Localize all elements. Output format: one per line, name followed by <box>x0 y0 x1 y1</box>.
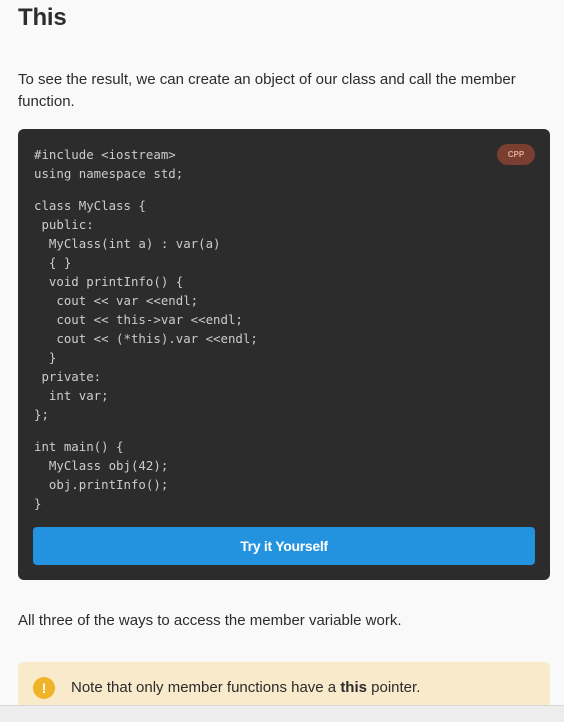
code-line: int var; <box>34 388 109 403</box>
code-line: private: <box>34 369 102 384</box>
note-text: Note that only member functions have a t… <box>71 677 420 699</box>
intro-paragraph: To see the result, we can create an obje… <box>18 71 516 110</box>
code-block: CPP #include <iostream> using namespace s… <box>18 129 550 580</box>
language-badge: CPP <box>497 144 535 165</box>
code-line: MyClass(int a) : var(a) <box>34 236 221 251</box>
exclamation-icon: ! <box>33 677 55 699</box>
code-line: using namespace std; <box>34 166 184 181</box>
code-line: class MyClass { <box>34 198 146 213</box>
note-text-bold: this <box>340 679 367 696</box>
outro-paragraph: All three of the ways to access the memb… <box>18 612 402 629</box>
bottom-bar <box>0 705 564 722</box>
code-line: { } <box>34 255 72 270</box>
note-text-before: Note that only member functions have a <box>71 679 341 696</box>
code-line: obj.printInfo(); <box>34 477 169 492</box>
note-text-after: pointer. <box>366 679 421 696</box>
code-line: cout << this->var <<endl; <box>34 312 243 327</box>
code-line: public: <box>34 217 94 232</box>
code-line: }; <box>34 407 49 422</box>
lesson-page: This To see the result, we can create an… <box>0 0 564 722</box>
code-line: void printInfo() { <box>34 274 184 289</box>
code-line: MyClass obj(42); <box>34 458 169 473</box>
code-line: } <box>34 350 57 365</box>
code-line: } <box>34 496 42 511</box>
code-line: cout << (*this).var <<endl; <box>34 331 258 346</box>
code-line: int main() { <box>34 439 124 454</box>
code-content[interactable]: #include <iostream> using namespace std; c… <box>34 145 258 513</box>
page-title: This <box>18 4 67 31</box>
code-line: #include <iostream> <box>34 147 176 162</box>
code-line: cout << var <<endl; <box>34 293 199 308</box>
try-it-yourself-button[interactable]: Try it Yourself <box>33 527 535 565</box>
